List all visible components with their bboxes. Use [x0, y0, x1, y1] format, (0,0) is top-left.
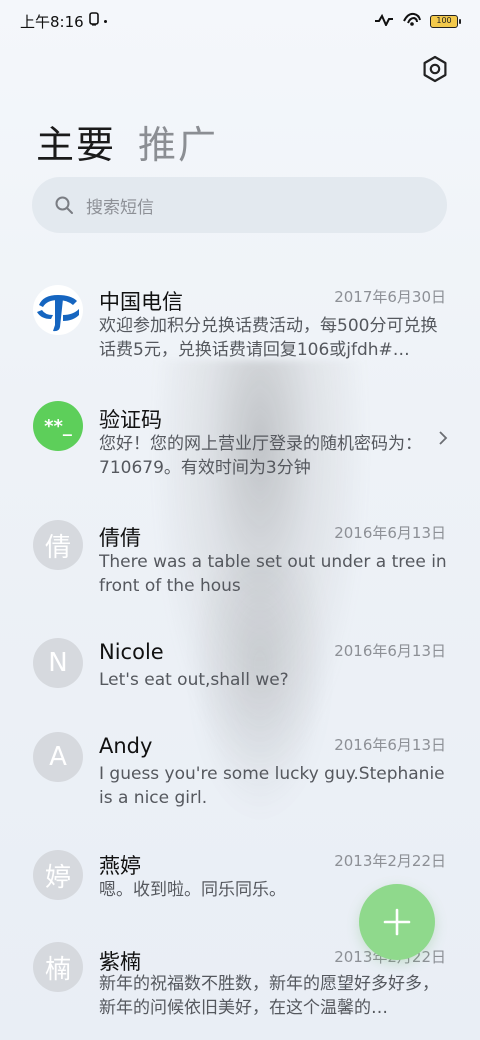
conversation-preview: 欢迎参加积分兑换话费活动，每500分可兑换话费5元，兑换话费请回复106或jfd… — [99, 316, 438, 360]
status-time: 上午8:16 — [20, 12, 84, 31]
conversation-name: Andy — [99, 734, 153, 758]
conversation-item[interactable]: **_ 验证码 您好！您的网上营业厅登录的随机密码为：710679。有效时间为3… — [0, 388, 480, 488]
verification-avatar: **_ — [33, 401, 83, 451]
conversation-preview: I guess you're some lucky guy.Stephanie … — [99, 764, 445, 808]
conversation-name: 倩倩 — [99, 526, 141, 550]
conversation-preview: 您好！您的网上营业厅登录的随机密码为：710679。有效时间为3分钟 — [99, 434, 422, 478]
conversation-item[interactable]: A Andy 2016年6月13日 I guess you're some lu… — [0, 718, 480, 818]
conversation-date: 2017年6月30日 — [334, 288, 446, 306]
search-placeholder: 搜索短信 — [86, 197, 154, 218]
avatar-label: **_ — [44, 415, 72, 437]
conversation-preview: There was a table set out under a tree i… — [99, 552, 447, 596]
contact-avatar: A — [33, 732, 83, 782]
vibrate-icon — [88, 12, 100, 30]
conversation-date: 2016年6月13日 — [334, 524, 446, 542]
conversation-preview: Let's eat out,shall we? — [99, 670, 289, 690]
conversation-date: 2016年6月13日 — [334, 642, 446, 660]
contact-avatar: 楠 — [33, 942, 83, 992]
conversation-name: Nicole — [99, 640, 164, 664]
conversation-item[interactable]: N Nicole 2016年6月13日 Let's eat out,shall … — [0, 624, 480, 704]
conversation-item[interactable]: 倩 倩倩 2016年6月13日 There was a table set ou… — [0, 506, 480, 606]
conversation-name: 中国电信 — [99, 290, 183, 314]
contact-avatar: 倩 — [33, 520, 83, 570]
telecom-logo-avatar — [33, 285, 83, 335]
chevron-right-icon[interactable] — [438, 430, 448, 450]
tab-primary[interactable]: 主要 — [36, 114, 116, 169]
conversation-name: 燕婷 — [99, 854, 141, 878]
signal-icon — [374, 12, 394, 30]
status-right: 100 — [374, 11, 461, 31]
dot-icon — [103, 19, 107, 23]
battery-icon: 100 — [430, 14, 461, 28]
status-left: 上午8:16 — [20, 11, 107, 32]
contact-avatar: N — [33, 638, 83, 688]
search-icon — [55, 196, 73, 214]
conversation-preview: 新年的祝福数不胜数，新年的愿望好多好多，新年的问候依旧美好，在这个温馨的… — [99, 974, 439, 1018]
conversation-item[interactable]: 中国电信 2017年6月30日 欢迎参加积分兑换话费活动，每500分可兑换话费5… — [0, 270, 480, 370]
conversation-date: 2016年6月13日 — [334, 736, 446, 754]
gear-icon — [423, 55, 447, 83]
settings-button[interactable] — [420, 54, 450, 84]
new-message-button[interactable] — [359, 884, 435, 960]
status-bar: 上午8:16 100 — [0, 0, 480, 42]
conversation-date: 2013年2月22日 — [334, 852, 446, 870]
tab-bar: 主要 推广 — [36, 114, 218, 169]
tab-promotions[interactable]: 推广 — [138, 114, 218, 169]
plus-icon — [383, 908, 411, 936]
search-bar[interactable]: 搜索短信 — [32, 177, 447, 233]
contact-avatar: 婷 — [33, 850, 83, 900]
wifi-icon — [402, 11, 422, 31]
conversation-name: 验证码 — [99, 408, 162, 432]
